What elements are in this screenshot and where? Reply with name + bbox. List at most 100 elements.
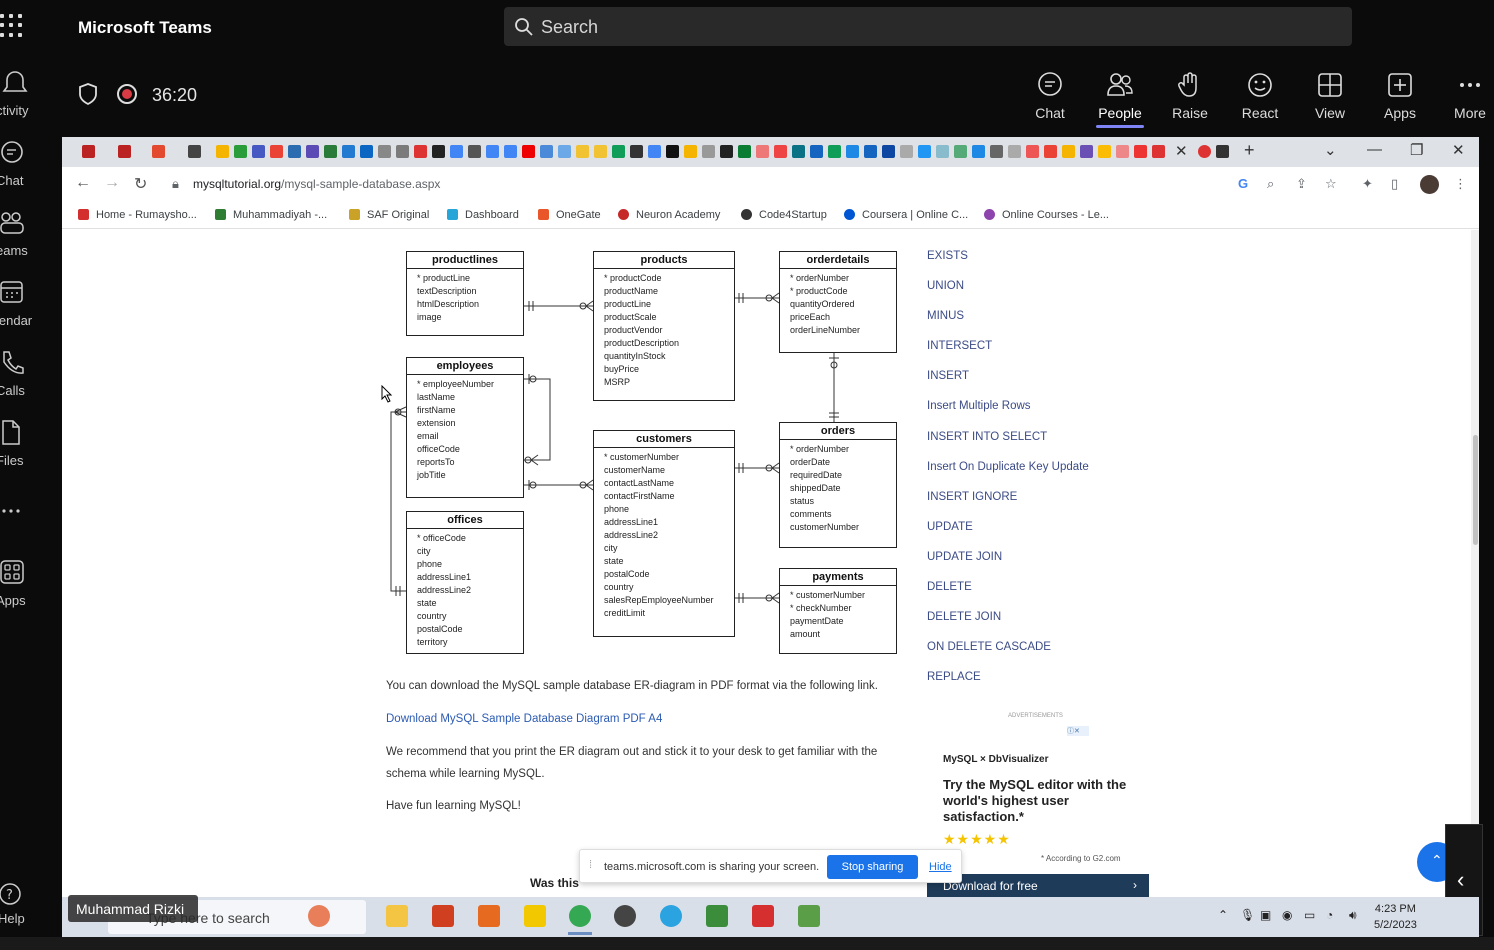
rail-apps[interactable]: Apps [0,559,54,619]
search-input[interactable]: Search [504,7,1352,46]
sidebar-link[interactable]: INTERSECT [927,340,1089,370]
zoom-icon[interactable]: ⌕ [1267,176,1274,192]
tab-favicon-icon[interactable] [630,145,643,158]
tab-favicon-icon[interactable] [540,145,553,158]
tab-favicon-icon[interactable] [1134,145,1147,158]
forward-icon[interactable]: → [104,174,120,192]
chevron-down-icon[interactable]: ⌄ [1324,141,1337,159]
bookmark-item[interactable]: Neuron Academy [618,209,720,221]
sidebar-link[interactable]: UPDATE JOIN [927,551,1089,581]
tab-favicon-icon[interactable] [216,145,229,158]
tab-favicon-icon[interactable] [756,145,769,158]
app-icon[interactable] [706,905,728,927]
tab-favicon-icon[interactable] [900,145,913,158]
tab-favicon-icon[interactable] [594,145,607,158]
tab-favicon-icon[interactable] [504,145,517,158]
tab-favicon-icon[interactable] [684,145,697,158]
rail-calendar[interactable]: lendar [0,279,54,339]
tab-favicon-icon[interactable] [468,145,481,158]
page-scrollbar[interactable] [1471,230,1479,897]
taskbar-clock[interactable]: 4:23 PM 5/2/2023 [1374,901,1417,933]
extensions-icon[interactable]: ✦ [1362,176,1373,192]
app-launcher-icon[interactable] [0,14,24,38]
wifi-icon[interactable]: ◔ [1326,908,1333,922]
app-icon[interactable] [432,905,454,927]
tab-favicon-icon[interactable] [188,145,201,158]
hide-notice-link[interactable]: Hide [929,861,952,873]
battery-icon[interactable]: ▭ [1304,908,1315,922]
sidebar-link[interactable]: EXISTS [927,250,1089,280]
tab-favicon-icon[interactable] [360,145,373,158]
sidebar-link[interactable]: INSERT [927,370,1089,400]
search-highlight-icon[interactable] [308,905,330,927]
app-icon[interactable] [752,905,774,927]
tab-favicon-icon[interactable] [846,145,859,158]
tab-favicon-icon[interactable] [810,145,823,158]
ad-choices-icon[interactable]: ⓘ✕ [1067,726,1089,736]
tab-favicon-icon[interactable] [82,145,95,158]
rail-calls[interactable]: Calls [0,349,54,409]
tab-favicon-icon[interactable] [1198,145,1211,158]
tab-favicon-icon[interactable] [918,145,931,158]
tab-favicon-icon[interactable] [936,145,949,158]
bookmark-item[interactable]: OneGate [538,209,601,221]
bookmark-item[interactable]: SAF Original [349,209,429,221]
sidebar-link[interactable]: UPDATE [927,521,1089,551]
rail-more[interactable] [0,501,54,561]
apps-button[interactable]: Apps [1365,69,1435,131]
tab-favicon-icon[interactable] [828,145,841,158]
sidebar-link[interactable]: DELETE [927,581,1089,611]
tray-chevron-up-icon[interactable]: ⌃ [1218,908,1228,922]
maximize-icon[interactable]: ❐ [1410,141,1423,159]
back-icon[interactable]: ← [75,174,91,192]
url-field[interactable]: mysqltutorial.org/mysql-sample-database.… [193,177,440,191]
share-icon[interactable]: ⇪ [1296,176,1307,192]
tab-favicon-icon[interactable] [396,145,409,158]
sidebar-link[interactable]: Insert Multiple Rows [927,400,1089,430]
close-tab-icon[interactable]: ✕ [1175,142,1188,160]
sidebar-link[interactable]: DELETE JOIN [927,611,1089,641]
tab-favicon-icon[interactable] [666,145,679,158]
github-icon[interactable] [1216,145,1229,158]
tab-favicon-icon[interactable] [1098,145,1111,158]
tray-app-icon[interactable]: ◉ [1282,908,1292,922]
tab-favicon-icon[interactable] [648,145,661,158]
scrollbar-thumb[interactable] [1473,435,1478,545]
rail-files[interactable]: Files [0,419,54,479]
chrome-icon[interactable] [569,905,591,927]
tab-favicon-icon[interactable] [558,145,571,158]
lock-icon[interactable]: 🔒︎ [172,176,179,192]
browser-menu-icon[interactable]: ⋮ [1454,176,1467,192]
tab-favicon-icon[interactable] [612,145,625,158]
bookmark-item[interactable]: Home - Rumaysho... [78,209,197,221]
profile-avatar[interactable] [1420,175,1439,194]
sidebar-link[interactable]: REPLACE [927,671,1089,701]
tab-favicon-icon[interactable] [882,145,895,158]
tab-favicon-icon[interactable] [252,145,265,158]
tab-favicon-icon[interactable] [738,145,751,158]
tab-favicon-icon[interactable] [288,145,301,158]
react-button[interactable]: React [1225,69,1295,131]
tab-favicon-icon[interactable] [270,145,283,158]
tab-favicon-icon[interactable] [864,145,877,158]
rail-activity[interactable]: ctivity [0,69,54,129]
bookmark-item[interactable]: Coursera | Online C... [844,209,968,221]
microphone-icon[interactable]: 🎙︎ [1240,908,1255,922]
bookmark-star-icon[interactable]: ☆ [1325,176,1337,192]
sticky-notes-icon[interactable] [524,905,546,927]
raise-hand-button[interactable]: Raise [1155,69,1225,131]
bookmark-item[interactable]: Code4Startup [741,209,827,221]
tab-favicon-icon[interactable] [306,145,319,158]
tab-favicon-icon[interactable] [450,145,463,158]
tray-app-icon[interactable]: ▣ [1260,908,1271,922]
tab-favicon-icon[interactable] [702,145,715,158]
app-icon[interactable] [478,905,500,927]
tab-favicon-icon[interactable] [576,145,589,158]
tab-favicon-icon[interactable] [486,145,499,158]
tab-favicon-icon[interactable] [1152,145,1165,158]
tab-favicon-icon[interactable] [954,145,967,158]
tab-favicon-icon[interactable] [152,145,165,158]
tab-favicon-icon[interactable] [414,145,427,158]
tab-favicon-icon[interactable] [774,145,787,158]
rail-teams[interactable]: eams [0,209,54,269]
